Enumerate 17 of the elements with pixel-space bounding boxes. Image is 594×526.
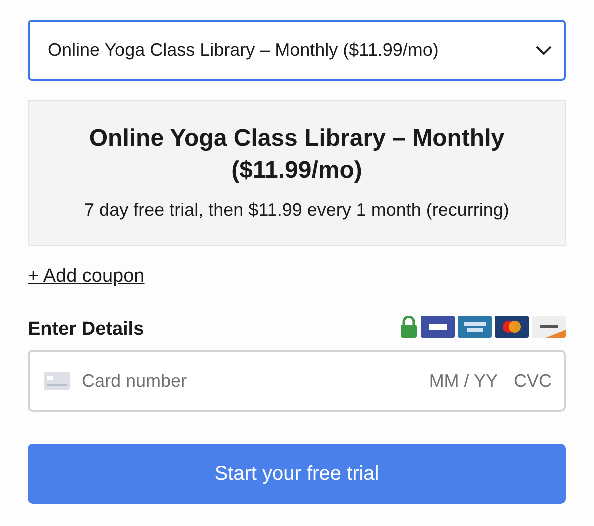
credit-card-icon — [44, 372, 70, 390]
expiry-input[interactable]: MM / YY — [424, 368, 498, 394]
plan-description: 7 day free trial, then $11.99 every 1 month (recurring) — [84, 198, 510, 222]
cvc-input[interactable]: CVC — [510, 368, 552, 394]
section-heading: Enter Details — [28, 318, 144, 342]
chevron-down-icon — [536, 46, 552, 56]
card-brand-icon — [495, 316, 529, 338]
plan-title: Online Yoga Class Library – Monthly ($11.99/mo) — [88, 124, 506, 186]
add-coupon-link[interactable]: + Add coupon — [28, 263, 145, 292]
card-brand-icon — [458, 316, 492, 338]
card-input-field[interactable]: Card number MM / YY CVC — [28, 350, 566, 412]
plan-select[interactable]: Online Yoga Class Library – Monthly ($11.99/mo) — [28, 20, 566, 81]
card-brand-icon — [532, 316, 566, 338]
card-brand-icon — [421, 316, 455, 338]
lock-icon — [400, 316, 418, 338]
start-trial-button[interactable]: Start your free trial — [28, 444, 566, 504]
card-number-input[interactable]: Card number — [82, 368, 412, 394]
